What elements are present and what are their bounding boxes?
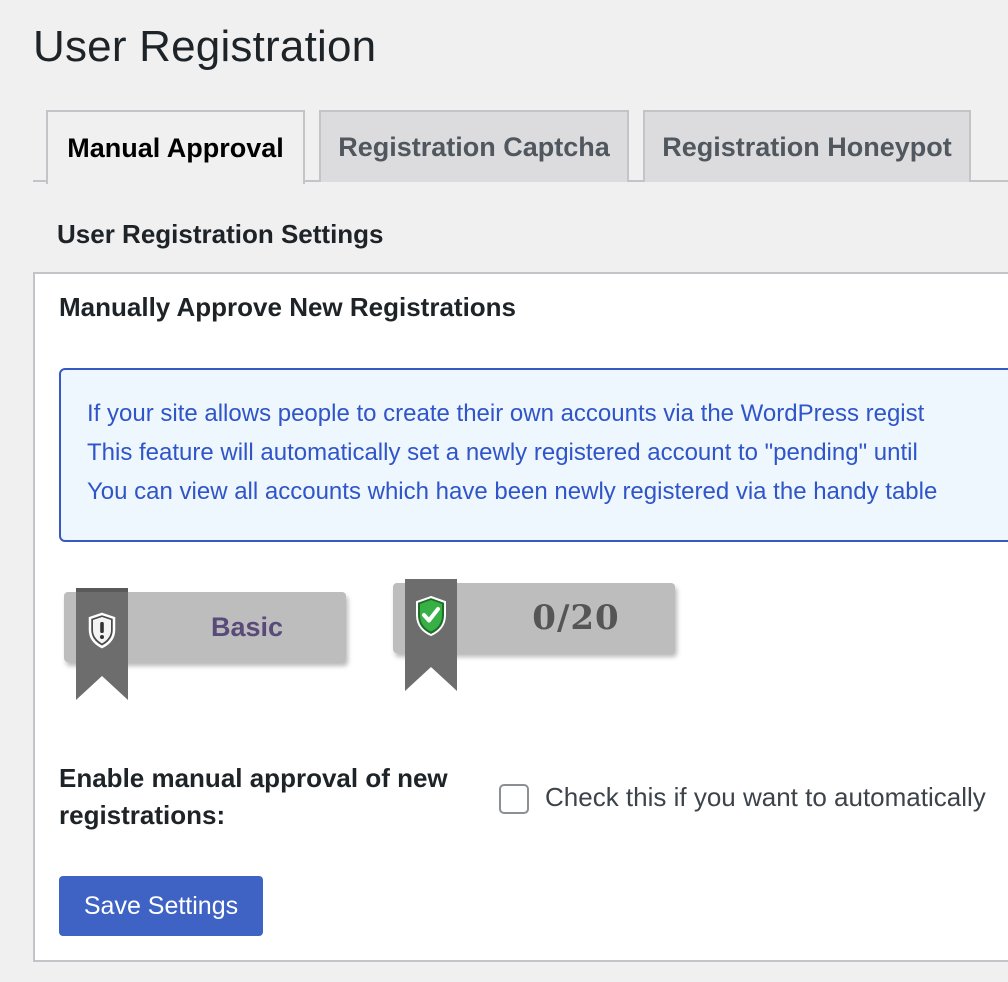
notice-line: If your site allows people to create the… <box>87 400 925 427</box>
tab-registration-captcha[interactable]: Registration Captcha <box>319 110 629 182</box>
manual-approval-checkbox[interactable] <box>499 784 529 814</box>
manual-approval-field-label: Enable manual approval of new registrati… <box>59 763 448 830</box>
notice-line: This feature will automatically set a ne… <box>87 439 918 466</box>
notice-line: You can view all accounts which have bee… <box>87 478 938 505</box>
info-notice: If your site allows people to create the… <box>59 368 1008 542</box>
page-title: User Registration <box>33 22 377 71</box>
save-settings-button[interactable]: Save Settings <box>59 876 263 936</box>
security-score-label: 0/20 <box>532 598 620 638</box>
tab-bar: Manual Approval Registration Captcha Reg… <box>33 110 1008 184</box>
manual-approval-checkbox-label[interactable]: Check this if you want to automatically <box>545 782 986 813</box>
section-title: User Registration Settings <box>57 219 384 249</box>
security-score-badge: 0/20 <box>393 579 675 691</box>
security-level-badge: Basic <box>64 588 346 700</box>
tab-registration-honeypot[interactable]: Registration Honeypot <box>643 110 971 182</box>
shield-exclamation-icon <box>76 588 128 700</box>
shield-check-icon <box>405 579 457 691</box>
settings-panel: Manually Approve New Registrations If yo… <box>33 272 1008 962</box>
tab-manual-approval[interactable]: Manual Approval <box>46 110 305 184</box>
panel-title: Manually Approve New Registrations <box>59 292 517 322</box>
security-level-label: Basic <box>210 612 284 642</box>
